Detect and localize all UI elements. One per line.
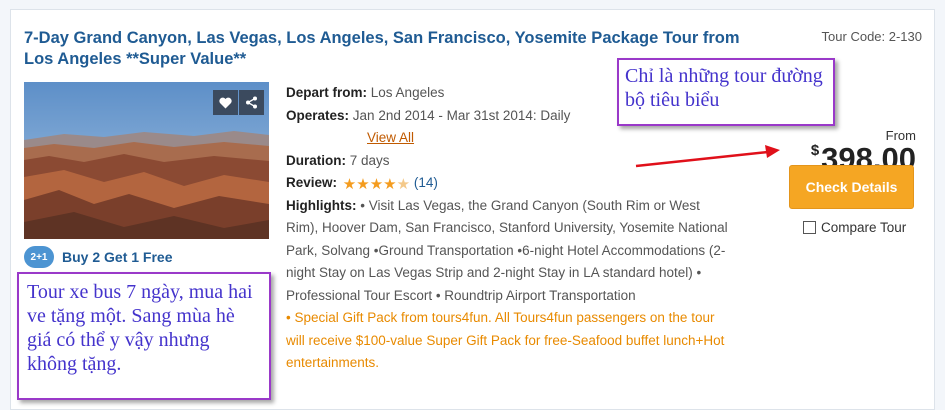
annotation-note-2: Tour xe bus 7 ngày, mua hai ve tặng một.…: [17, 272, 271, 400]
star-icon: ★: [369, 176, 384, 193]
promo-banner[interactable]: 2+1 Buy 2 Get 1 Free: [24, 246, 173, 268]
tour-code: Tour Code: 2-130: [821, 29, 922, 44]
currency: $: [810, 142, 820, 159]
operates-label: Operates:: [286, 107, 350, 123]
promo-text: Buy 2 Get 1 Free: [62, 249, 173, 265]
tour-photo[interactable]: [24, 82, 269, 239]
depart-label: Depart from:: [286, 85, 368, 100]
review-count[interactable]: (14): [414, 175, 438, 190]
operates-value: Jan 2nd 2014 - Mar 31st 2014: Daily: [352, 107, 571, 123]
review-label: Review:: [286, 175, 338, 190]
star-icon: ★: [396, 176, 411, 193]
promo-badge: 2+1: [24, 246, 54, 268]
highlights: Highlights: • Visit Las Vegas, the Grand…: [286, 195, 731, 308]
share-icon[interactable]: [239, 90, 264, 115]
compare-checkbox[interactable]: [803, 221, 816, 234]
heart-icon[interactable]: [213, 90, 238, 115]
highlights-text: • Visit Las Vegas, the Grand Canyon (Sou…: [286, 197, 728, 303]
duration-label: Duration:: [286, 152, 346, 168]
gift-pack-text: • Special Gift Pack from tours4fun. All …: [286, 310, 725, 370]
compare-tour[interactable]: Compare Tour: [803, 220, 906, 235]
compare-label: Compare Tour: [821, 220, 907, 235]
review-row: Review: ★ ★ ★ ★ ★ (14): [286, 172, 731, 195]
duration-row: Duration: 7 days: [286, 150, 731, 173]
annotation-note-1: Chỉ là những tour đường bộ tiêu biểu: [617, 58, 835, 126]
star-icon: ★: [342, 176, 357, 193]
highlights-label: Highlights:: [286, 197, 357, 213]
star-rating: ★ ★ ★ ★ ★: [343, 177, 410, 192]
check-details-button[interactable]: Check Details: [789, 165, 914, 209]
star-icon: ★: [356, 176, 370, 193]
depart-value: Los Angeles: [370, 85, 445, 100]
star-icon: ★: [383, 176, 397, 193]
view-all-link[interactable]: View All: [367, 127, 731, 150]
duration-value: 7 days: [349, 152, 390, 168]
